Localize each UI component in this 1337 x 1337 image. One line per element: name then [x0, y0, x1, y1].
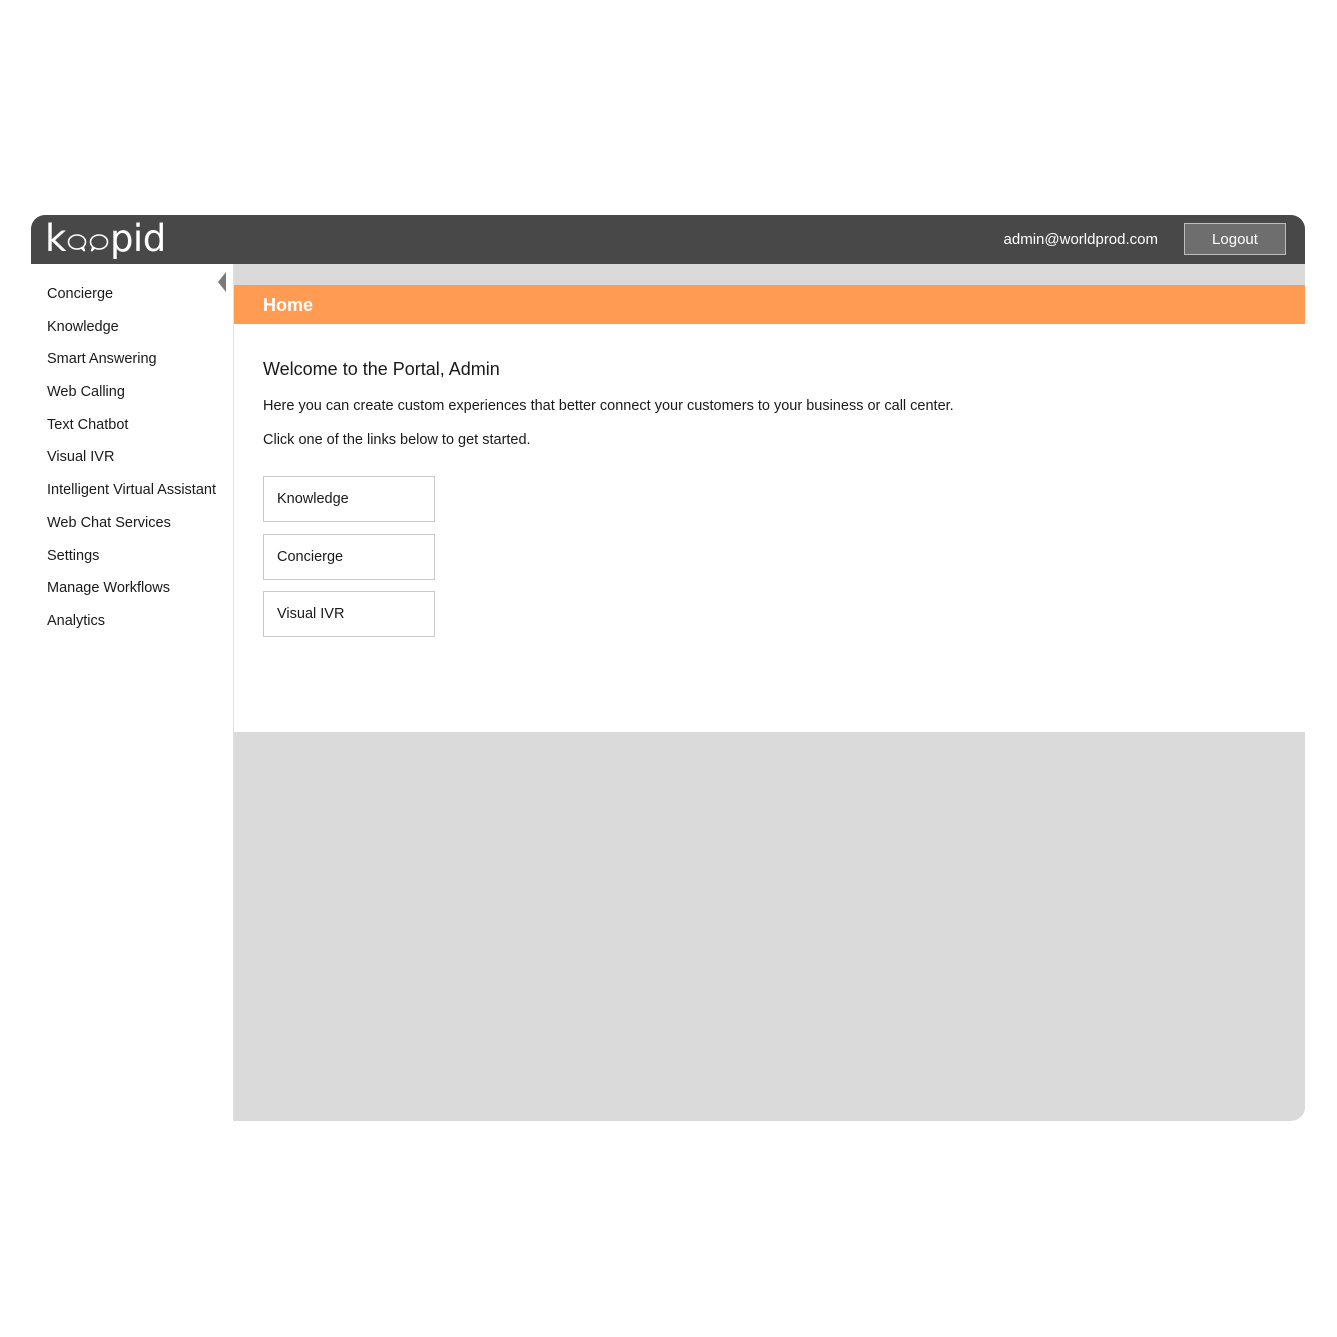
chat-bubble-left-icon: [67, 234, 87, 252]
chat-bubble-right-icon: [89, 234, 109, 252]
instructions-text: Click one of the links below to get star…: [263, 432, 531, 448]
sidebar-item-visual-ivr[interactable]: Visual IVR: [47, 446, 216, 479]
main-content: Home Welcome to the Portal, Admin Here y…: [234, 264, 1305, 1121]
sidebar-item-web-chat-services[interactable]: Web Chat Services: [47, 512, 216, 545]
portal-window: k pid admin@worldprod.com Logout Concier…: [31, 215, 1305, 1121]
welcome-heading: Welcome to the Portal, Admin: [263, 359, 500, 379]
welcome-panel: Welcome to the Portal, Admin Here you ca…: [234, 324, 1305, 732]
sidebar-item-analytics[interactable]: Analytics: [47, 610, 216, 643]
sidebar-item-web-calling[interactable]: Web Calling: [47, 381, 216, 414]
sidebar-item-concierge[interactable]: Concierge: [47, 283, 216, 316]
page-header: Home: [234, 285, 1305, 324]
quick-link-knowledge[interactable]: Knowledge: [263, 476, 435, 522]
sidebar-item-text-chatbot[interactable]: Text Chatbot: [47, 414, 216, 447]
koopid-logo: k pid: [45, 219, 166, 259]
sidebar: Concierge Knowledge Smart Answering Web …: [31, 264, 234, 1121]
logo-text-start: k: [45, 217, 66, 260]
logo-text-end: pid: [109, 217, 166, 260]
sidebar-item-smart-answering[interactable]: Smart Answering: [47, 348, 216, 381]
sidebar-item-intelligent-virtual-assistant[interactable]: Intelligent Virtual Assistant: [47, 479, 216, 512]
description-text: Here you can create custom experiences t…: [263, 398, 954, 414]
top-bar: k pid admin@worldprod.com Logout: [31, 215, 1305, 264]
sidebar-item-knowledge[interactable]: Knowledge: [47, 316, 216, 349]
quick-link-visual-ivr[interactable]: Visual IVR: [263, 591, 435, 637]
sidebar-item-settings[interactable]: Settings: [47, 545, 216, 578]
user-email: admin@worldprod.com: [1003, 231, 1158, 248]
page-title: Home: [263, 295, 314, 315]
sidebar-nav: Concierge Knowledge Smart Answering Web …: [47, 283, 216, 643]
quick-link-concierge[interactable]: Concierge: [263, 534, 435, 580]
logout-button[interactable]: Logout: [1184, 223, 1286, 255]
sidebar-item-manage-workflows[interactable]: Manage Workflows: [47, 577, 216, 610]
collapse-sidebar-icon[interactable]: [216, 270, 228, 294]
